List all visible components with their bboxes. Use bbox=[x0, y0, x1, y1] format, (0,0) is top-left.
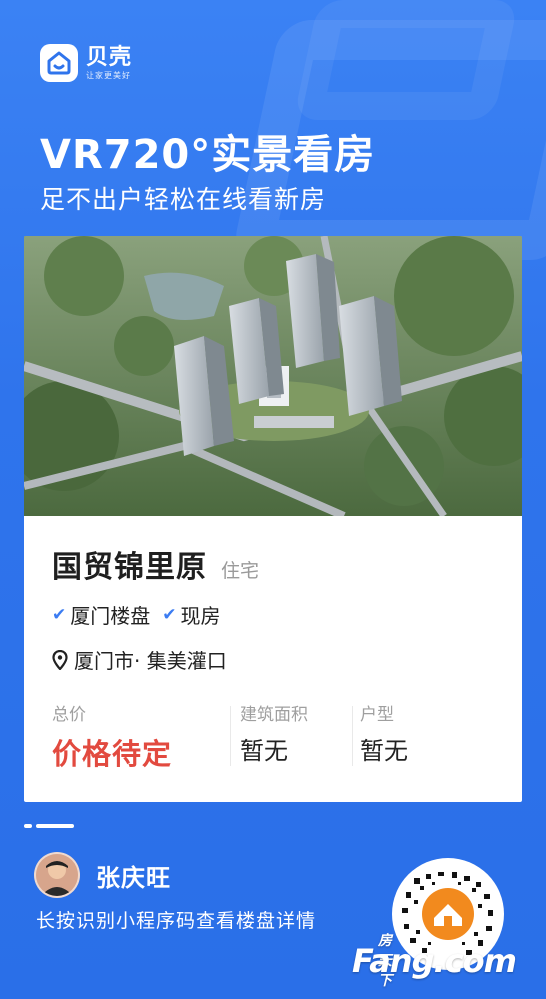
property-type: 住宅 bbox=[221, 560, 260, 582]
layout-label: 户型 bbox=[360, 705, 394, 725]
section-dashes bbox=[24, 824, 74, 828]
check-icon: ✔ bbox=[162, 604, 177, 625]
stat-layout: 户型 暂无 bbox=[352, 700, 480, 773]
watermark-en: Fang.com bbox=[352, 942, 517, 980]
project-name: 国贸锦里原 bbox=[52, 550, 207, 585]
tag-item: ✔ 厦门楼盘 bbox=[52, 600, 150, 629]
agent-info: 张庆旺 bbox=[34, 852, 171, 898]
property-rendering-image bbox=[24, 236, 522, 516]
headline: VR720°实景看房 bbox=[40, 132, 376, 178]
shell-logo-icon bbox=[40, 44, 78, 82]
area-label: 建筑面积 bbox=[240, 705, 308, 725]
area-value: 暂无 bbox=[240, 737, 288, 765]
stat-divider bbox=[230, 706, 231, 766]
property-card[interactable]: 国贸锦里原 住宅 ✔ 厦门楼盘 ✔ 现房 厦门市· 集美灌口 总价 价格待定 建… bbox=[24, 236, 522, 802]
subline: 足不出户轻松在线看新房 bbox=[40, 185, 327, 214]
brand-slogan: 让家更美好 bbox=[86, 70, 131, 80]
layout-value: 暂无 bbox=[360, 737, 408, 765]
brand-name: 贝壳 bbox=[86, 44, 133, 70]
price-label: 总价 bbox=[52, 705, 86, 725]
avatar bbox=[34, 852, 80, 898]
check-icon: ✔ bbox=[52, 604, 67, 625]
location-text: 厦门市· 集美灌口 bbox=[74, 649, 227, 673]
stats-row: 总价 价格待定 建筑面积 暂无 户型 暂无 bbox=[52, 700, 494, 773]
location: 厦门市· 集美灌口 bbox=[52, 645, 494, 674]
price-value: 价格待定 bbox=[52, 737, 173, 771]
tag-label: 现房 bbox=[180, 604, 221, 628]
location-pin-icon bbox=[52, 649, 68, 670]
stat-divider bbox=[352, 706, 353, 766]
brand: 贝壳 让家更美好 bbox=[40, 44, 132, 82]
stat-area: 建筑面积 暂无 bbox=[230, 700, 360, 773]
background-decoration-2 bbox=[293, 0, 519, 120]
stat-price: 总价 价格待定 bbox=[52, 700, 238, 773]
tag-label: 厦门楼盘 bbox=[70, 604, 151, 628]
tag-list: ✔ 厦门楼盘 ✔ 现房 bbox=[52, 600, 494, 629]
qr-hint: 长按识别小程序码查看楼盘详情 bbox=[36, 910, 317, 932]
agent-name: 张庆旺 bbox=[96, 863, 171, 892]
tag-item: ✔ 现房 bbox=[162, 600, 220, 629]
